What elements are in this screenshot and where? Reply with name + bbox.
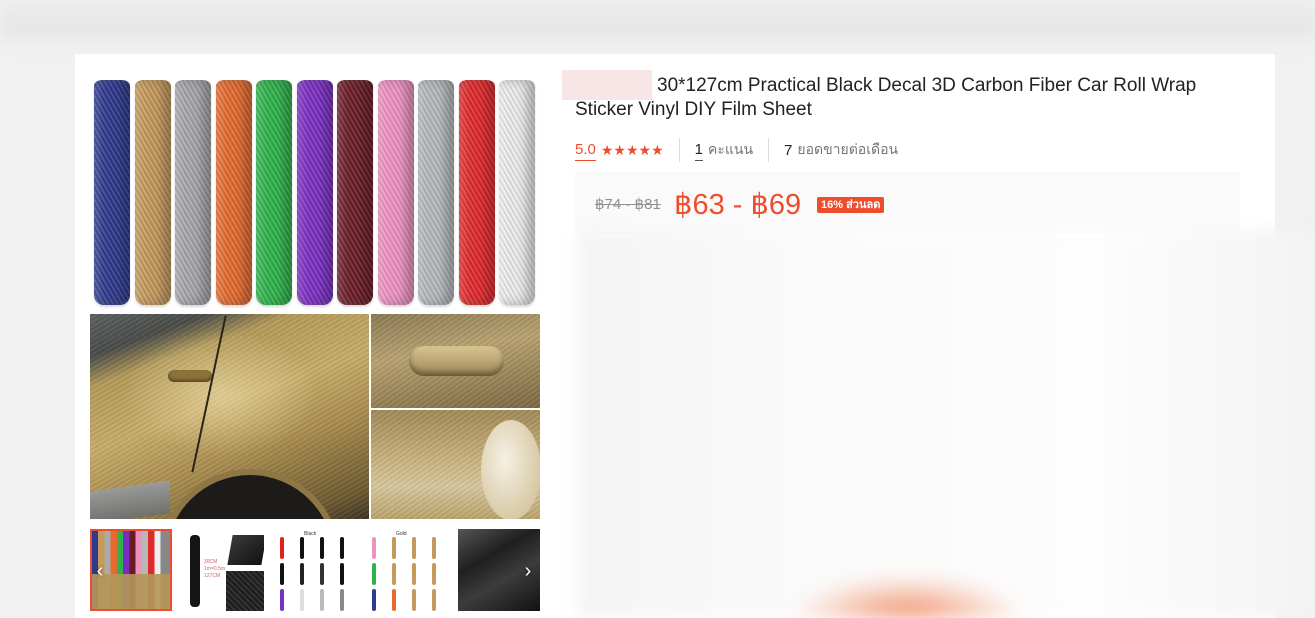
blurred-options-area [578, 230, 1315, 618]
price-box: ฿74 - ฿81 ฿63 - ฿69 16% ส่วนลด [575, 172, 1240, 234]
original-price: ฿74 - ฿81 [595, 196, 661, 213]
thumbnail-3-label: Black [304, 531, 317, 537]
vinyl-roll [337, 80, 373, 305]
thumbnail-roll [412, 589, 416, 611]
thumbnail-4[interactable]: Gold [366, 529, 448, 611]
product-title: 30*127cm Practical Black Decal 3D Carbon… [575, 75, 1197, 120]
vinyl-roll [94, 80, 130, 305]
rating-row: 5.0 ★★★★★ 1 คะแนน 7 ยอดขายต่อเดือน [575, 137, 898, 163]
header-blurred [0, 0, 1315, 46]
thumbnail-2[interactable]: 30CM 1m=0.5m 127CM [182, 529, 264, 611]
thumbnail-roll [320, 563, 324, 585]
prev-arrow-icon[interactable]: ‹ [90, 559, 110, 583]
vinyl-roll [499, 80, 535, 305]
thumbnail-roll [280, 563, 284, 585]
thumbnail-3[interactable]: Black [274, 529, 356, 611]
discount-badge: 16% ส่วนลด [817, 197, 885, 213]
thumbnail-roll [320, 589, 324, 611]
thumbnail-roll [392, 563, 396, 585]
thumbnail-strip: 30CM 1m=0.5m 127CM Black Gold ‹ › [90, 529, 540, 611]
thumbnail-roll [392, 589, 396, 611]
thumbnail-roll [372, 589, 376, 611]
thumbnail-roll [320, 537, 324, 559]
vinyl-roll [296, 80, 333, 305]
thumbnail-roll [372, 537, 376, 559]
sold-label: ยอดขายต่อเดือน [797, 141, 899, 157]
door-handle-image [371, 314, 540, 408]
rating-score[interactable]: 5.0 [575, 140, 596, 161]
star-rating-icon: ★★★★★ [600, 141, 664, 158]
vinyl-roll [256, 80, 292, 305]
current-price: ฿63 - ฿69 [674, 189, 802, 221]
thumbnail-2-label: 30CM 1m=0.5m 127CM [204, 559, 225, 579]
vinyl-roll [377, 80, 414, 305]
vinyl-roll [418, 80, 454, 305]
thumbnail-roll [412, 537, 416, 559]
thumbnail-roll [280, 537, 284, 559]
vinyl-roll-closeup-image [371, 410, 540, 519]
thumbnail-roll [340, 563, 344, 585]
thumbnail-roll [300, 563, 304, 585]
rating-count-label: คะแนน [707, 141, 754, 157]
thumbnail-roll [432, 537, 436, 559]
vinyl-roll [215, 80, 252, 305]
thumbnail-roll [432, 563, 436, 585]
car-side-image [90, 314, 369, 519]
thumbnail-roll [340, 589, 344, 611]
vinyl-roll [175, 80, 211, 305]
thumbnail-roll [340, 537, 344, 559]
rating-count[interactable]: 1 [694, 140, 703, 161]
sold-count: 7 [784, 141, 793, 159]
divider [768, 138, 770, 162]
divider [678, 138, 680, 162]
main-product-image[interactable] [90, 72, 540, 519]
thumbnail-roll [372, 563, 376, 585]
thumbnail-roll [300, 537, 304, 559]
vinyl-rolls-image [90, 72, 540, 312]
thumbnail-roll [392, 537, 396, 559]
vinyl-roll [458, 80, 495, 305]
thumbnail-roll [412, 563, 416, 585]
thumbnail-roll [300, 589, 304, 611]
thumbnail-roll [432, 589, 436, 611]
thumbnail-4-label: Gold [396, 531, 407, 537]
thumbnail-roll [280, 589, 284, 611]
next-arrow-icon[interactable]: › [518, 559, 538, 583]
vinyl-roll [134, 80, 171, 305]
